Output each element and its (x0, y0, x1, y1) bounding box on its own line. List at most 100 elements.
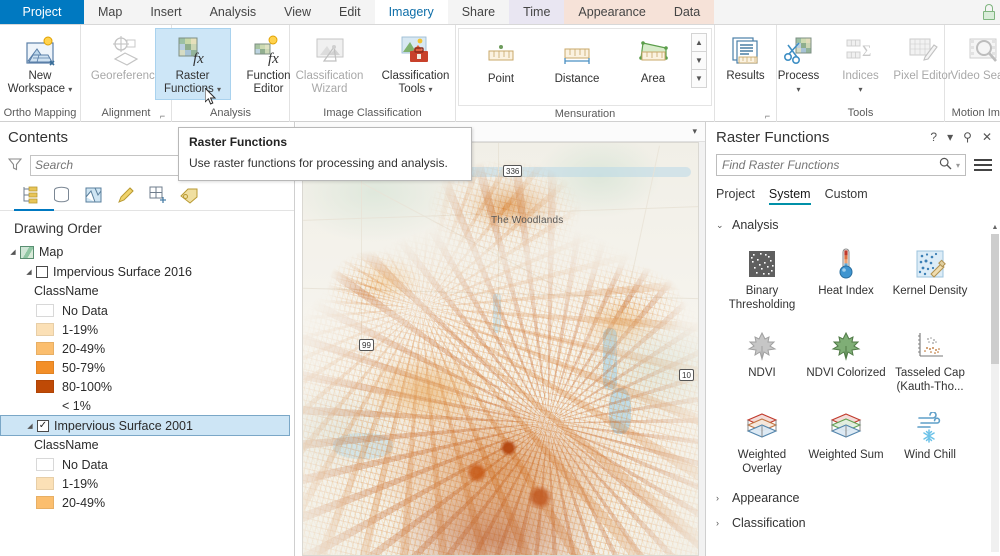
tab-system[interactable]: System (768, 187, 811, 205)
expander-icon[interactable]: ◢ (23, 422, 37, 430)
chevron-down-icon[interactable]: ▾ (858, 85, 862, 94)
gallery-scroll-up-button[interactable]: ▲ (691, 33, 707, 52)
scrollbar-thumb[interactable] (991, 234, 999, 364)
measure-distance-button[interactable]: Distance (539, 31, 615, 103)
chevron-down-icon[interactable]: ▾ (796, 85, 800, 94)
list-by-data-source-icon[interactable] (50, 184, 72, 206)
tab-imagery[interactable]: Imagery (374, 0, 448, 24)
indices-button[interactable]: Σ Indices ▾ (830, 28, 892, 100)
hamburger-menu-icon[interactable] (974, 157, 992, 173)
measure-area-button[interactable]: Area (615, 31, 691, 103)
help-icon[interactable]: ? (930, 130, 937, 144)
tab-edit[interactable]: Edit (325, 0, 375, 24)
list-by-snapping-icon[interactable] (146, 184, 168, 206)
alignment-dialog-launcher-icon[interactable]: ⌐ (158, 108, 167, 121)
raster-function-ndvi-colorized[interactable]: NDVI Colorized (804, 320, 888, 402)
raster-functions-button[interactable]: fx Raster Functions ▾ (154, 28, 231, 100)
tab-map[interactable]: Map (84, 0, 136, 24)
layer-field-label: ClassName (34, 438, 99, 452)
tab-custom[interactable]: Custom (825, 187, 868, 205)
raster-function-wind-chill[interactable]: Wind Chill (888, 402, 972, 484)
raster-function-weighted-sum[interactable]: Weighted Sum (804, 402, 888, 484)
map-canvas[interactable]: 336 The Woodlands 99 10 (302, 142, 699, 556)
scroll-up-arrow-icon[interactable]: ▲ (991, 224, 999, 233)
ribbon-group-motion-image: Video Search Motion Image (945, 25, 1000, 122)
tree-node-layer-impervious-2016[interactable]: ◢ Impervious Surface 2016 (0, 262, 294, 282)
section-analysis[interactable]: ⌄ Analysis (706, 211, 1000, 236)
process-button[interactable]: Process ▾ (768, 28, 830, 100)
tab-analysis[interactable]: Analysis (196, 0, 271, 24)
section-appearance[interactable]: › Appearance (706, 484, 1000, 509)
chevron-down-icon[interactable]: ▾ (947, 130, 953, 144)
indices-label: Indices (842, 70, 879, 82)
tab-share[interactable]: Share (448, 0, 509, 24)
new-workspace-button[interactable]: New Workspace ▾ (2, 28, 78, 100)
expander-icon[interactable]: ◢ (22, 268, 36, 276)
legend-item: 80-100% (0, 377, 294, 396)
raster-function-binary-thresholding[interactable]: Binary Thresholding (720, 238, 804, 320)
chevron-down-icon[interactable]: ▾ (429, 85, 433, 94)
pin-icon[interactable]: ⚲ (963, 130, 972, 144)
results-dialog-launcher-icon[interactable]: ⌐ (763, 108, 772, 121)
chevron-down-icon[interactable]: ▾ (692, 126, 697, 137)
list-by-selection-icon[interactable] (82, 184, 104, 206)
ribbon-tab-bar: Project Map Insert Analysis View Edit Im… (0, 0, 1000, 25)
close-icon[interactable]: ✕ (982, 130, 992, 144)
ribbon-group-mensuration-label: Mensuration (554, 108, 616, 120)
video-search-button[interactable]: Video Search (947, 28, 1000, 100)
section-classification[interactable]: › Classification (706, 509, 1000, 534)
map-view[interactable]: ▾ 336 The Woodlands 99 10 (296, 122, 705, 556)
tab-data[interactable]: Data (659, 0, 715, 24)
chevron-down-icon[interactable]: ▾ (956, 161, 960, 170)
raster-function-ndvi[interactable]: NDVI (720, 320, 804, 402)
mensuration-gallery-scroll[interactable]: ▲ ▼ ▼ (691, 33, 707, 103)
gallery-expand-button[interactable]: ▼ (691, 69, 707, 88)
chevron-right-icon[interactable]: › (716, 518, 725, 528)
raster-functions-panel: Raster Functions ? ▾ ⚲ ✕ ▾ Project Syste… (705, 122, 1000, 556)
lock-icon[interactable] (982, 4, 996, 20)
raster-function-weighted-overlay[interactable]: Weighted Overlay (720, 402, 804, 484)
layer-visibility-checkbox[interactable]: ✓ (37, 419, 49, 432)
gallery-scroll-down-button[interactable]: ▼ (691, 51, 707, 70)
tab-time[interactable]: Time (509, 0, 565, 24)
tab-view[interactable]: View (270, 0, 325, 24)
tree-node-map[interactable]: ◢ Map (0, 242, 294, 262)
tab-project[interactable]: Project (0, 0, 84, 24)
measure-point-button[interactable]: Point (463, 31, 539, 103)
tree-node-layer-impervious-2001[interactable]: ◢ ✓ Impervious Surface 2001 (0, 415, 290, 436)
chevron-down-icon[interactable]: ⌄ (716, 220, 725, 231)
list-by-editing-icon[interactable] (114, 184, 136, 206)
list-by-drawing-order-icon[interactable] (18, 184, 40, 206)
legend-item: No Data (0, 455, 294, 474)
classification-tools-button[interactable]: Classification Tools ▾ (373, 28, 459, 100)
search-icon[interactable] (939, 157, 952, 173)
raster-functions-search-input[interactable] (722, 158, 935, 172)
raster-functions-tabs: Project System Custom (706, 178, 1000, 211)
legend-swatch (36, 458, 54, 471)
chevron-down-icon[interactable]: ▾ (68, 85, 72, 94)
legend-swatch (36, 496, 54, 509)
raster-function-tasseled-cap[interactable]: Tasseled Cap (Kauth-Tho... (888, 320, 972, 402)
tab-project[interactable]: Project (716, 187, 755, 205)
active-view-underline (14, 209, 54, 211)
highway-shield: 336 (503, 165, 523, 177)
tab-data-label: Data (673, 5, 701, 19)
list-by-labeling-icon[interactable] (178, 184, 200, 206)
highway-shield: 99 (359, 339, 374, 351)
layer-visibility-checkbox[interactable] (36, 266, 48, 278)
filter-icon[interactable] (6, 157, 24, 174)
raster-functions-search-box[interactable]: ▾ (716, 154, 966, 176)
tab-appearance[interactable]: Appearance (564, 0, 660, 24)
chevron-right-icon[interactable]: › (716, 493, 725, 503)
raster-function-heat-index[interactable]: Heat Index (804, 238, 888, 320)
raster-function-label: Weighted Overlay (737, 449, 787, 475)
svg-text:fx: fx (268, 51, 279, 67)
tab-project-label: Project (22, 5, 62, 19)
raster-function-kernel-density[interactable]: Kernel Density (888, 238, 972, 320)
classification-wizard-button[interactable]: Classification Wizard (287, 28, 373, 100)
tab-time-label: Time (523, 5, 551, 19)
expander-icon[interactable]: ◢ (6, 248, 20, 256)
tab-insert[interactable]: Insert (136, 0, 195, 24)
raster-functions-scrollbar[interactable]: ▲ (991, 224, 999, 552)
chevron-down-icon[interactable]: ▾ (217, 85, 221, 94)
